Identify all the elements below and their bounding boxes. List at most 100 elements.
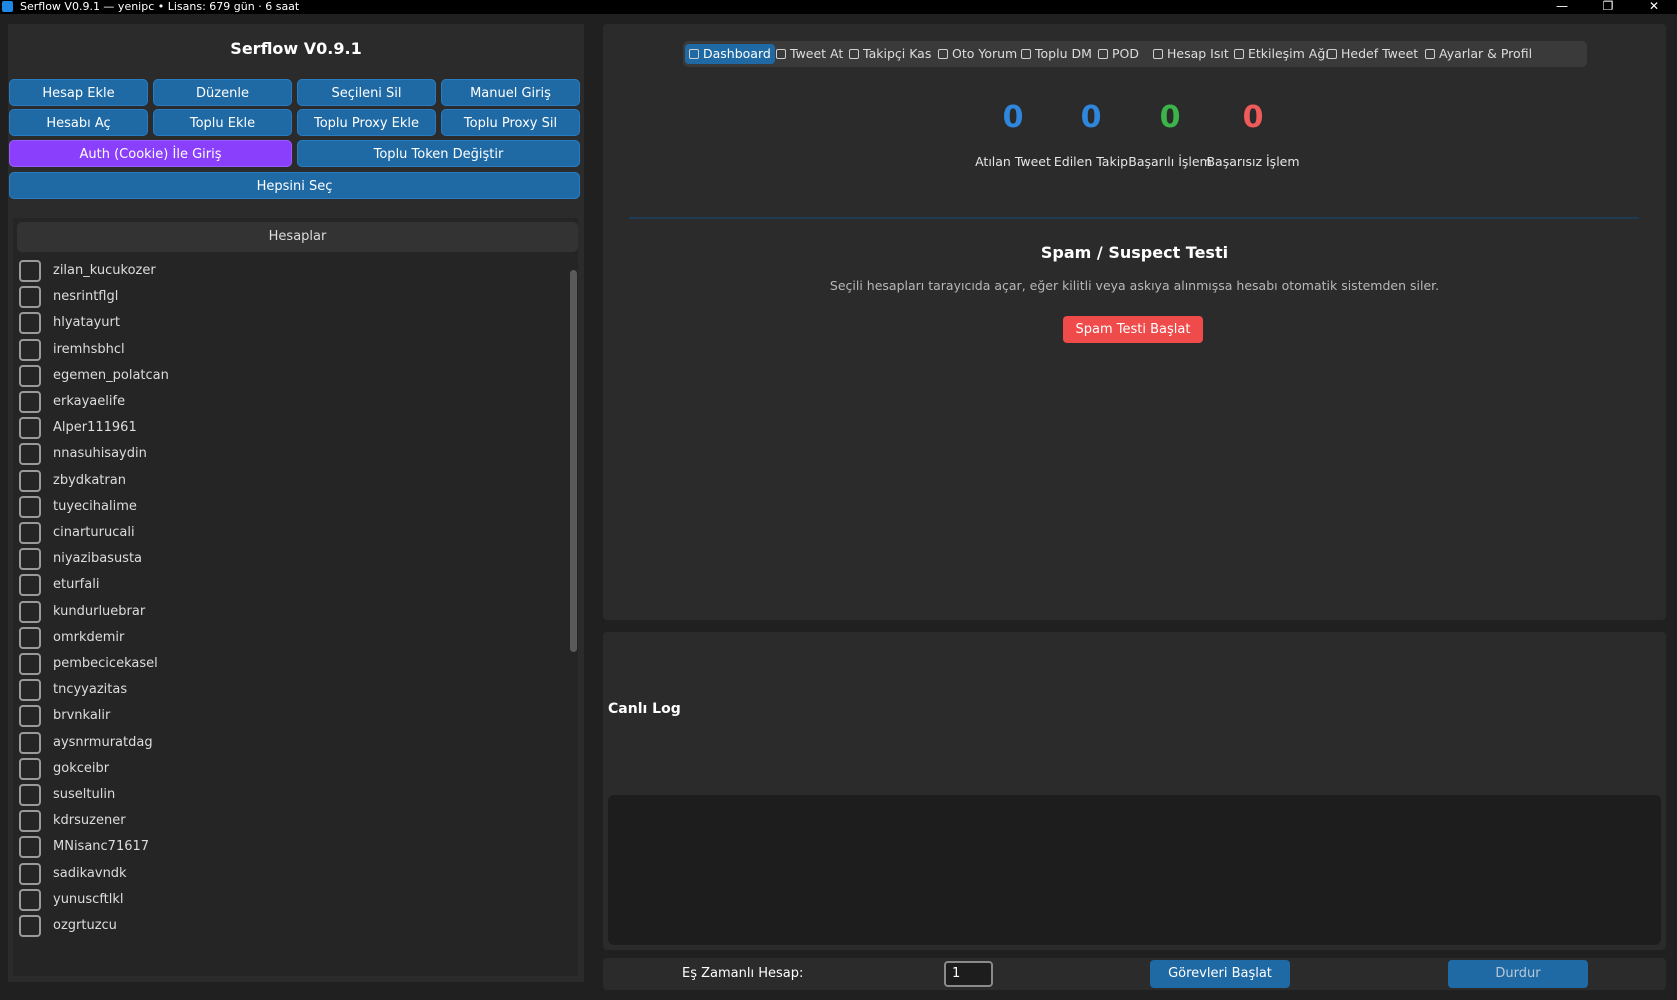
target-icon — [1327, 49, 1337, 59]
account-checkbox[interactable] — [19, 705, 41, 728]
list-item[interactable]: tuyecihalime — [17, 494, 537, 520]
tab-etkile-im-a-[interactable]: Etkileşim Ağı — [1230, 44, 1333, 64]
footer-bar: Eş Zamanlı Hesap: 1 Görevleri Başlat Dur… — [603, 958, 1666, 990]
account-checkbox[interactable] — [19, 679, 41, 702]
account-checkbox[interactable] — [19, 469, 41, 492]
list-item[interactable]: erkayaelife — [17, 389, 537, 415]
account-checkbox[interactable] — [19, 862, 41, 885]
list-item[interactable]: omrkdemir — [17, 625, 537, 651]
heart-icon — [1234, 49, 1244, 59]
account-checkbox[interactable] — [19, 915, 41, 937]
account-checkbox[interactable] — [19, 391, 41, 413]
stop-button[interactable]: Durdur — [1448, 960, 1588, 988]
list-item[interactable]: hlyatayurt — [17, 310, 537, 336]
account-checkbox[interactable] — [19, 286, 41, 309]
tab-dashboard[interactable]: Dashboard — [685, 44, 775, 64]
select-all-button[interactable]: Hepsini Seç — [9, 172, 580, 199]
concurrent-accounts-label: Eş Zamanlı Hesap: — [682, 966, 804, 981]
list-item[interactable]: iremhsbhcl — [17, 337, 537, 363]
account-checkbox[interactable] — [19, 836, 41, 859]
bulk-proxy-add-button[interactable]: Toplu Proxy Ekle — [297, 109, 436, 136]
account-checkbox[interactable] — [19, 574, 41, 597]
manual-login-button[interactable]: Manuel Giriş — [441, 79, 580, 106]
list-item[interactable]: niyazibasusta — [17, 546, 537, 572]
divider — [629, 217, 1639, 219]
account-label: gokceibr — [53, 760, 110, 776]
list-item[interactable]: MNisanc71617 — [17, 834, 537, 860]
list-item[interactable]: pembecicekasel — [17, 651, 537, 677]
account-checkbox[interactable] — [19, 600, 41, 623]
bulk-proxy-delete-button[interactable]: Toplu Proxy Sil — [441, 109, 580, 136]
account-label: kundurluebrar — [53, 603, 146, 619]
target-icon — [849, 49, 859, 59]
account-checkbox[interactable] — [19, 260, 41, 282]
minimize-button[interactable]: — — [1542, 0, 1582, 14]
account-checkbox[interactable] — [19, 522, 41, 544]
close-button[interactable]: ✕ — [1634, 0, 1674, 14]
account-checkbox[interactable] — [19, 626, 41, 649]
account-label: nnasuhisaydin — [53, 446, 147, 462]
list-item[interactable]: gokceibr — [17, 756, 537, 782]
accounts-panel: Hesaplar zilan_kucukozer nesrintflgl hlyat… — [13, 218, 578, 976]
account-checkbox[interactable] — [19, 364, 41, 387]
list-item[interactable]: sadikavndk — [17, 861, 537, 887]
list-item[interactable]: zbydkatran — [17, 468, 537, 494]
log-panel: Canlı Log — [603, 632, 1666, 950]
list-item[interactable]: ozgrtuzcu — [17, 913, 537, 939]
log-title: Canlı Log — [608, 701, 681, 717]
account-checkbox[interactable] — [19, 653, 41, 675]
cookie-auth-login-button[interactable]: Auth (Cookie) İle Giriş — [9, 140, 292, 167]
tab-takip-i-kas[interactable]: Takipçi Kas — [845, 44, 935, 64]
bulk-add-button[interactable]: Toplu Ekle — [153, 109, 292, 136]
log-output[interactable] — [608, 795, 1661, 945]
list-item[interactable]: cinarturucali — [17, 520, 537, 546]
list-item[interactable]: yunuscftlkl — [17, 887, 537, 913]
start-spam-test-button[interactable]: Spam Testi Başlat — [1063, 316, 1203, 343]
accounts-scrollbar[interactable] — [570, 270, 577, 652]
list-item[interactable]: Alper111961 — [17, 415, 537, 441]
tab-pod[interactable]: POD — [1094, 44, 1143, 64]
delete-selected-button[interactable]: Seçileni Sil — [297, 79, 436, 106]
tab-toplu-dm[interactable]: Toplu DM — [1017, 44, 1096, 64]
dashboard-icon — [689, 49, 699, 59]
list-item[interactable]: nnasuhisaydin — [17, 441, 537, 467]
list-item[interactable]: aysnrmuratdag — [17, 730, 537, 756]
tab-label: Hesap Isıt — [1167, 46, 1229, 61]
list-item[interactable]: kundurluebrar — [17, 599, 537, 625]
account-label: sadikavndk — [53, 865, 127, 881]
account-checkbox[interactable] — [19, 810, 41, 833]
tab-oto-yorum[interactable]: Oto Yorum — [934, 44, 1021, 64]
concurrent-accounts-input[interactable]: 1 — [944, 961, 993, 987]
tab-ayarlar-profil[interactable]: Ayarlar & Profil — [1421, 44, 1536, 64]
account-label: tncyyazitas — [53, 682, 128, 698]
account-checkbox[interactable] — [19, 784, 41, 806]
account-checkbox[interactable] — [19, 312, 41, 335]
list-item[interactable]: suseltulin — [17, 782, 537, 808]
tab-tweet-at[interactable]: Tweet At — [772, 44, 847, 64]
account-label: brvnkalir — [53, 708, 111, 724]
list-item[interactable]: nesrintflgl — [17, 284, 537, 310]
list-item[interactable]: egemen_polatcan — [17, 363, 537, 389]
tab-hedef-tweet[interactable]: Hedef Tweet — [1323, 44, 1422, 64]
tab-hesap-is-t[interactable]: Hesap Isıt — [1149, 44, 1233, 64]
account-checkbox[interactable] — [19, 417, 41, 440]
list-item[interactable]: brvnkalir — [17, 703, 537, 729]
bulk-token-change-button[interactable]: Toplu Token Değiştir — [297, 140, 580, 167]
account-checkbox[interactable] — [19, 338, 41, 361]
account-checkbox[interactable] — [19, 757, 41, 780]
list-item[interactable]: zilan_kucukozer — [17, 258, 537, 284]
account-checkbox[interactable] — [19, 731, 41, 754]
maximize-button[interactable]: ❐ — [1588, 0, 1628, 14]
list-item[interactable]: kdrsuzener — [17, 808, 537, 834]
list-item[interactable]: tncyyazitas — [17, 677, 537, 703]
account-checkbox[interactable] — [19, 495, 41, 518]
edit-button[interactable]: Düzenle — [153, 79, 292, 106]
account-checkbox[interactable] — [19, 443, 41, 466]
account-checkbox[interactable] — [19, 548, 41, 571]
app-icon — [2, 1, 13, 12]
list-item[interactable]: eturfali — [17, 572, 537, 598]
start-tasks-button[interactable]: Görevleri Başlat — [1150, 960, 1290, 988]
account-checkbox[interactable] — [19, 888, 41, 911]
add-account-button[interactable]: Hesap Ekle — [9, 79, 148, 106]
open-account-button[interactable]: Hesabı Aç — [9, 109, 148, 136]
